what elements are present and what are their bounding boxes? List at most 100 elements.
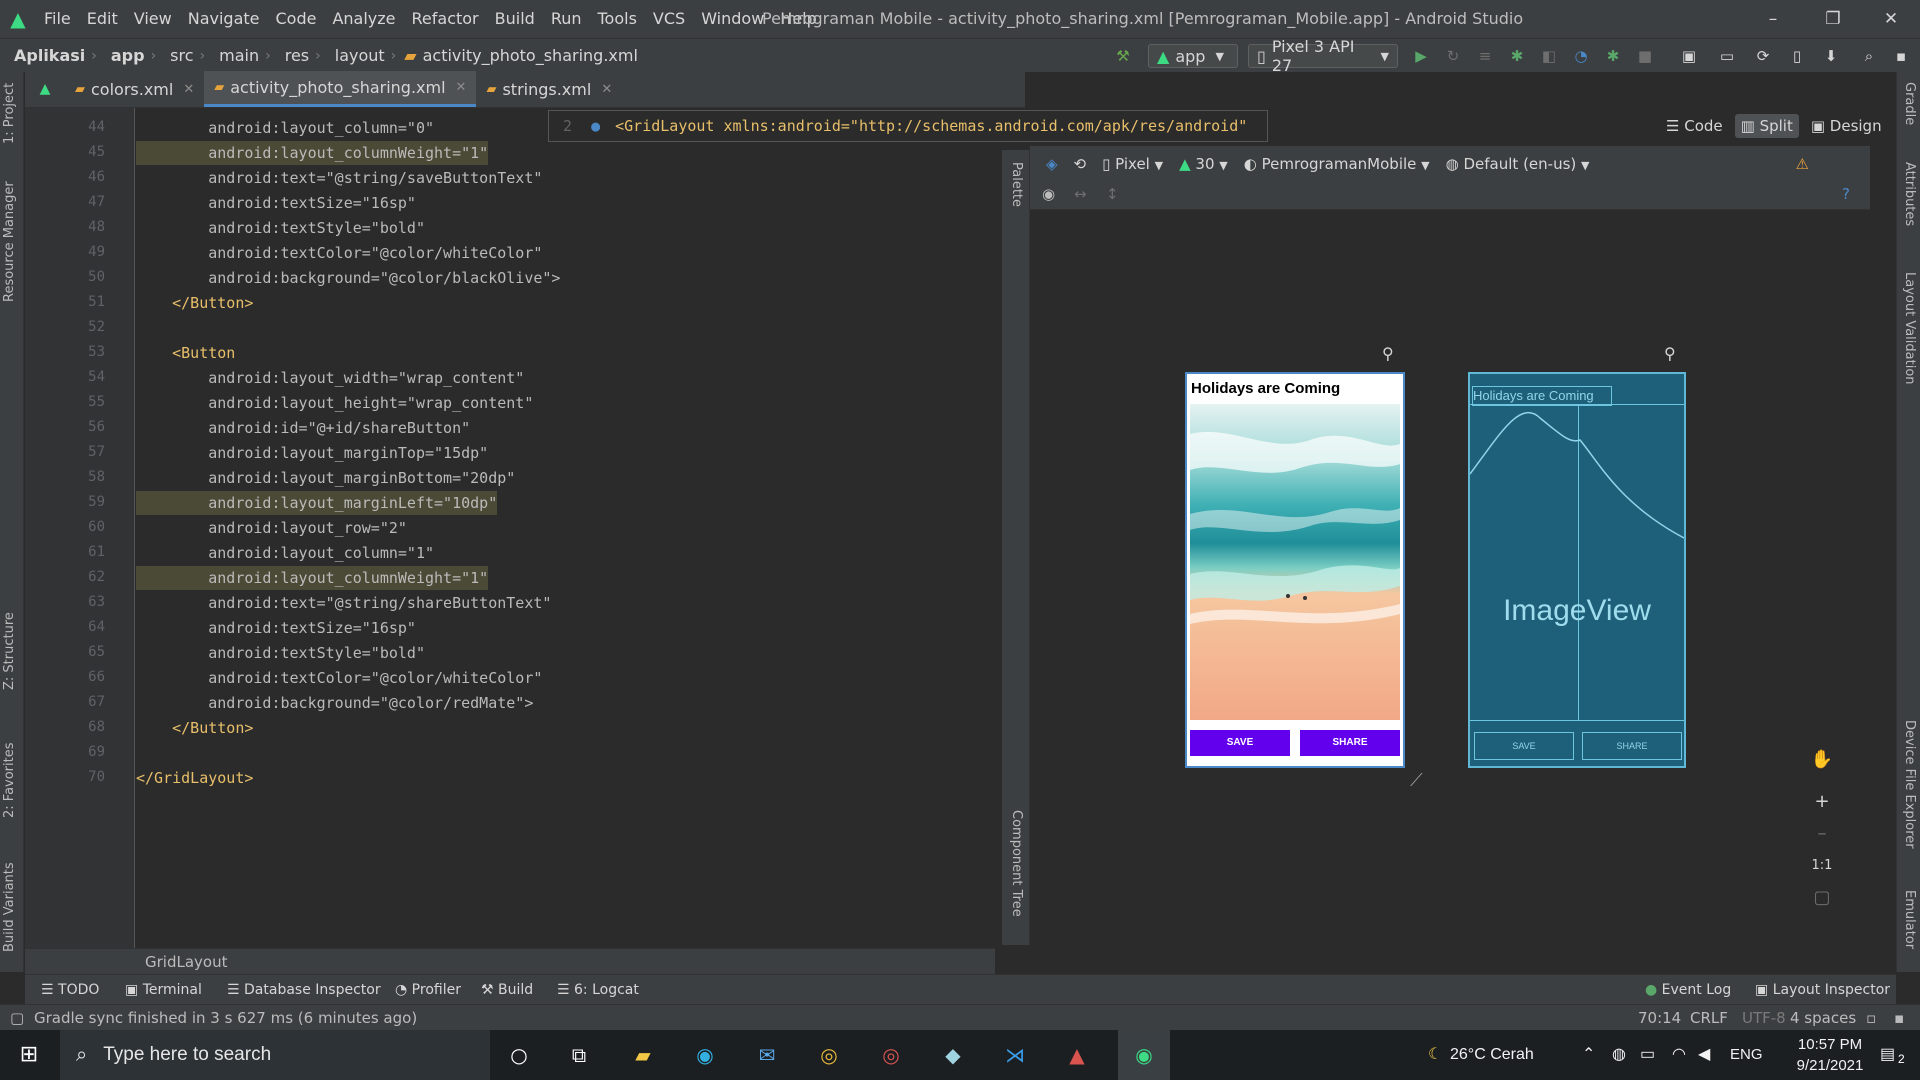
blueprint-preview[interactable]: Holidays are Coming ImageView SAVE SHARE bbox=[1468, 372, 1686, 768]
chrome-profile-icon[interactable]: ◎ bbox=[874, 1038, 908, 1072]
menu-run[interactable]: Run bbox=[543, 0, 590, 38]
indent-setting[interactable]: 4 spaces bbox=[1790, 1005, 1856, 1031]
project-tool-button[interactable]: 1: Project bbox=[2, 83, 17, 144]
code-line[interactable]: android:textSize="16sp" bbox=[136, 191, 416, 215]
edge-browser-icon[interactable]: ◉ bbox=[688, 1038, 722, 1072]
code-line[interactable]: android:layout_marginTop="15dp" bbox=[136, 441, 488, 465]
build-variants-tool-button[interactable]: Build Variants bbox=[2, 862, 17, 952]
menu-edit[interactable]: Edit bbox=[79, 0, 126, 38]
device-preview-select[interactable]: ▯ Pixel ▼ bbox=[1102, 155, 1163, 173]
horizontal-resize-icon[interactable]: ↔ bbox=[1074, 185, 1087, 203]
profile-icon[interactable]: ◔ bbox=[1572, 47, 1590, 65]
mail-icon[interactable]: ✉ bbox=[750, 1038, 784, 1072]
blueprint-share-button[interactable]: SHARE bbox=[1582, 732, 1682, 760]
tray-chevron-up-icon[interactable]: ⌃ bbox=[1582, 1030, 1595, 1080]
minimize-button[interactable]: – bbox=[1744, 0, 1802, 38]
favorites-tool-button[interactable]: 2: Favorites bbox=[2, 742, 17, 818]
code-line[interactable]: </GridLayout> bbox=[136, 766, 253, 790]
breadcrumb-project[interactable]: Aplikasi bbox=[0, 46, 85, 65]
line-separator[interactable]: CRLF bbox=[1690, 1005, 1728, 1031]
breadcrumb-src[interactable]: src bbox=[156, 46, 193, 65]
vertical-resize-icon[interactable]: ↕ bbox=[1106, 185, 1119, 203]
design-canvas[interactable] bbox=[1030, 210, 1865, 945]
android-studio-taskbar-icon[interactable]: ◉ bbox=[1118, 1030, 1170, 1080]
close-icon[interactable]: ✕ bbox=[456, 80, 467, 95]
taskbar-search-box[interactable]: ⌕ Type here to search bbox=[60, 1030, 490, 1080]
preview-save-button[interactable]: SAVE bbox=[1190, 730, 1290, 756]
menu-code[interactable]: Code bbox=[268, 0, 325, 38]
help-icon[interactable]: ? bbox=[1842, 185, 1850, 203]
logcat-tool-button[interactable]: ☰ 6: Logcat bbox=[557, 975, 639, 1005]
code-line[interactable]: android:id="@+id/shareButton" bbox=[136, 416, 470, 440]
orientation-icon[interactable]: ⟲ bbox=[1074, 155, 1087, 173]
design-view-button[interactable]: ▣ Design bbox=[1805, 114, 1888, 138]
acrobat-icon[interactable]: ▲ bbox=[1060, 1038, 1094, 1072]
emulator-tool-button[interactable]: Emulator bbox=[1902, 890, 1917, 949]
code-line[interactable]: android:layout_marginLeft="10dp" bbox=[136, 491, 498, 515]
gradle-tool-button[interactable]: Gradle bbox=[1902, 82, 1917, 125]
file-encoding[interactable]: UTF-8 bbox=[1742, 1005, 1786, 1031]
coverage-icon[interactable]: ◧ bbox=[1540, 47, 1558, 65]
code-line[interactable]: </Button> bbox=[136, 716, 253, 740]
database-inspector-tool-button[interactable]: ☰ Database Inspector bbox=[227, 975, 381, 1005]
code-line[interactable]: android:background="@color/redMate"> bbox=[136, 691, 533, 715]
settings-icon[interactable]: ▪ bbox=[1892, 47, 1910, 65]
code-line[interactable]: android:layout_height="wrap_content" bbox=[136, 391, 533, 415]
resource-manager-tool-button[interactable]: Resource Manager bbox=[2, 181, 17, 302]
breadcrumb-main[interactable]: main bbox=[205, 46, 259, 65]
breadcrumb-module[interactable]: app bbox=[97, 46, 145, 65]
split-view-button[interactable]: ▥ Split bbox=[1734, 114, 1799, 138]
preview-share-button[interactable]: SHARE bbox=[1300, 730, 1400, 756]
maximize-button[interactable]: ❐ bbox=[1804, 0, 1862, 38]
cortana-icon[interactable]: ○ bbox=[502, 1038, 536, 1072]
build-tool-button[interactable]: ⚒ Build bbox=[481, 975, 533, 1005]
menu-tools[interactable]: Tools bbox=[590, 0, 645, 38]
menu-analyze[interactable]: Analyze bbox=[324, 0, 403, 38]
code-editor[interactable]: android:layout_column="0" android:layout… bbox=[136, 108, 986, 962]
menu-navigate[interactable]: Navigate bbox=[180, 0, 268, 38]
phone-preview[interactable]: Holidays are Coming SAVE SHARE bbox=[1185, 372, 1405, 768]
code-line[interactable]: android:layout_column="1" bbox=[136, 541, 434, 565]
code-line[interactable]: android:textColor="@color/whiteColor" bbox=[136, 666, 542, 690]
layout-validation-tool-button[interactable]: Layout Validation bbox=[1902, 272, 1917, 385]
code-line[interactable]: android:layout_column="0" bbox=[136, 116, 434, 140]
editor-breadcrumb-tag[interactable]: GridLayout bbox=[145, 953, 227, 971]
code-line[interactable]: android:text="@string/saveButtonText" bbox=[136, 166, 542, 190]
device-file-explorer-tool-button[interactable]: Device File Explorer bbox=[1902, 720, 1917, 849]
apply-code-changes-icon[interactable]: ≡ bbox=[1476, 47, 1494, 65]
battery-icon[interactable]: ▭ bbox=[1640, 1030, 1655, 1080]
zoom-actual-size-button[interactable]: 1:1 bbox=[1808, 852, 1836, 880]
volume-icon[interactable]: ◀ bbox=[1698, 1030, 1710, 1080]
code-line[interactable]: android:textColor="@color/whiteColor" bbox=[136, 241, 542, 265]
theme-select[interactable]: ◐ PemrogramanMobile ▼ bbox=[1244, 155, 1430, 173]
run-config-select[interactable]: ▲ app ▼ bbox=[1148, 44, 1238, 68]
input-language[interactable]: ENG bbox=[1730, 1030, 1763, 1080]
stop-icon[interactable]: ■ bbox=[1636, 47, 1654, 65]
code-line[interactable]: android:layout_marginBottom="20dp" bbox=[136, 466, 515, 490]
device-select[interactable]: ▯ Pixel 3 API 27 ▼ bbox=[1248, 37, 1398, 75]
tab-colors-xml[interactable]: ▰ colors.xml ✕ bbox=[65, 71, 204, 107]
zoom-out-button[interactable]: – bbox=[1808, 820, 1836, 848]
menu-file[interactable]: File bbox=[36, 0, 79, 38]
file-explorer-icon[interactable]: ▰ bbox=[626, 1038, 660, 1072]
lock-icon[interactable]: ▫ bbox=[1866, 1005, 1876, 1031]
menu-refactor[interactable]: Refactor bbox=[404, 0, 487, 38]
project-structure-icon[interactable]: ▣ bbox=[1680, 47, 1698, 65]
menu-build[interactable]: Build bbox=[487, 0, 543, 38]
status-message[interactable]: Gradle sync finished in 3 s 627 ms (6 mi… bbox=[34, 1005, 417, 1031]
breadcrumb-file[interactable]: activity_photo_sharing.xml bbox=[417, 46, 638, 65]
sync-gradle-icon[interactable]: ⟳ bbox=[1754, 47, 1772, 65]
windows-start-icon[interactable]: ⊞ bbox=[12, 1038, 46, 1072]
structure-tool-button[interactable]: Z: Structure bbox=[2, 612, 17, 690]
breadcrumb-res[interactable]: res bbox=[271, 46, 309, 65]
code-line[interactable]: android:layout_width="wrap_content" bbox=[136, 366, 524, 390]
vscode-icon[interactable]: ⋊ bbox=[998, 1038, 1032, 1072]
code-line[interactable]: android:text="@string/shareButtonText" bbox=[136, 591, 551, 615]
status-panel-icon[interactable]: ▢ bbox=[10, 1005, 24, 1031]
code-line[interactable]: android:background="@color/blackOlive"> bbox=[136, 266, 560, 290]
task-view-icon[interactable]: ⧉ bbox=[562, 1038, 596, 1072]
code-line[interactable]: android:textStyle="bold" bbox=[136, 216, 425, 240]
close-button[interactable]: ✕ bbox=[1862, 0, 1920, 38]
hammer-icon[interactable]: ⚒ bbox=[1114, 47, 1132, 65]
code-line[interactable]: android:textSize="16sp" bbox=[136, 616, 416, 640]
